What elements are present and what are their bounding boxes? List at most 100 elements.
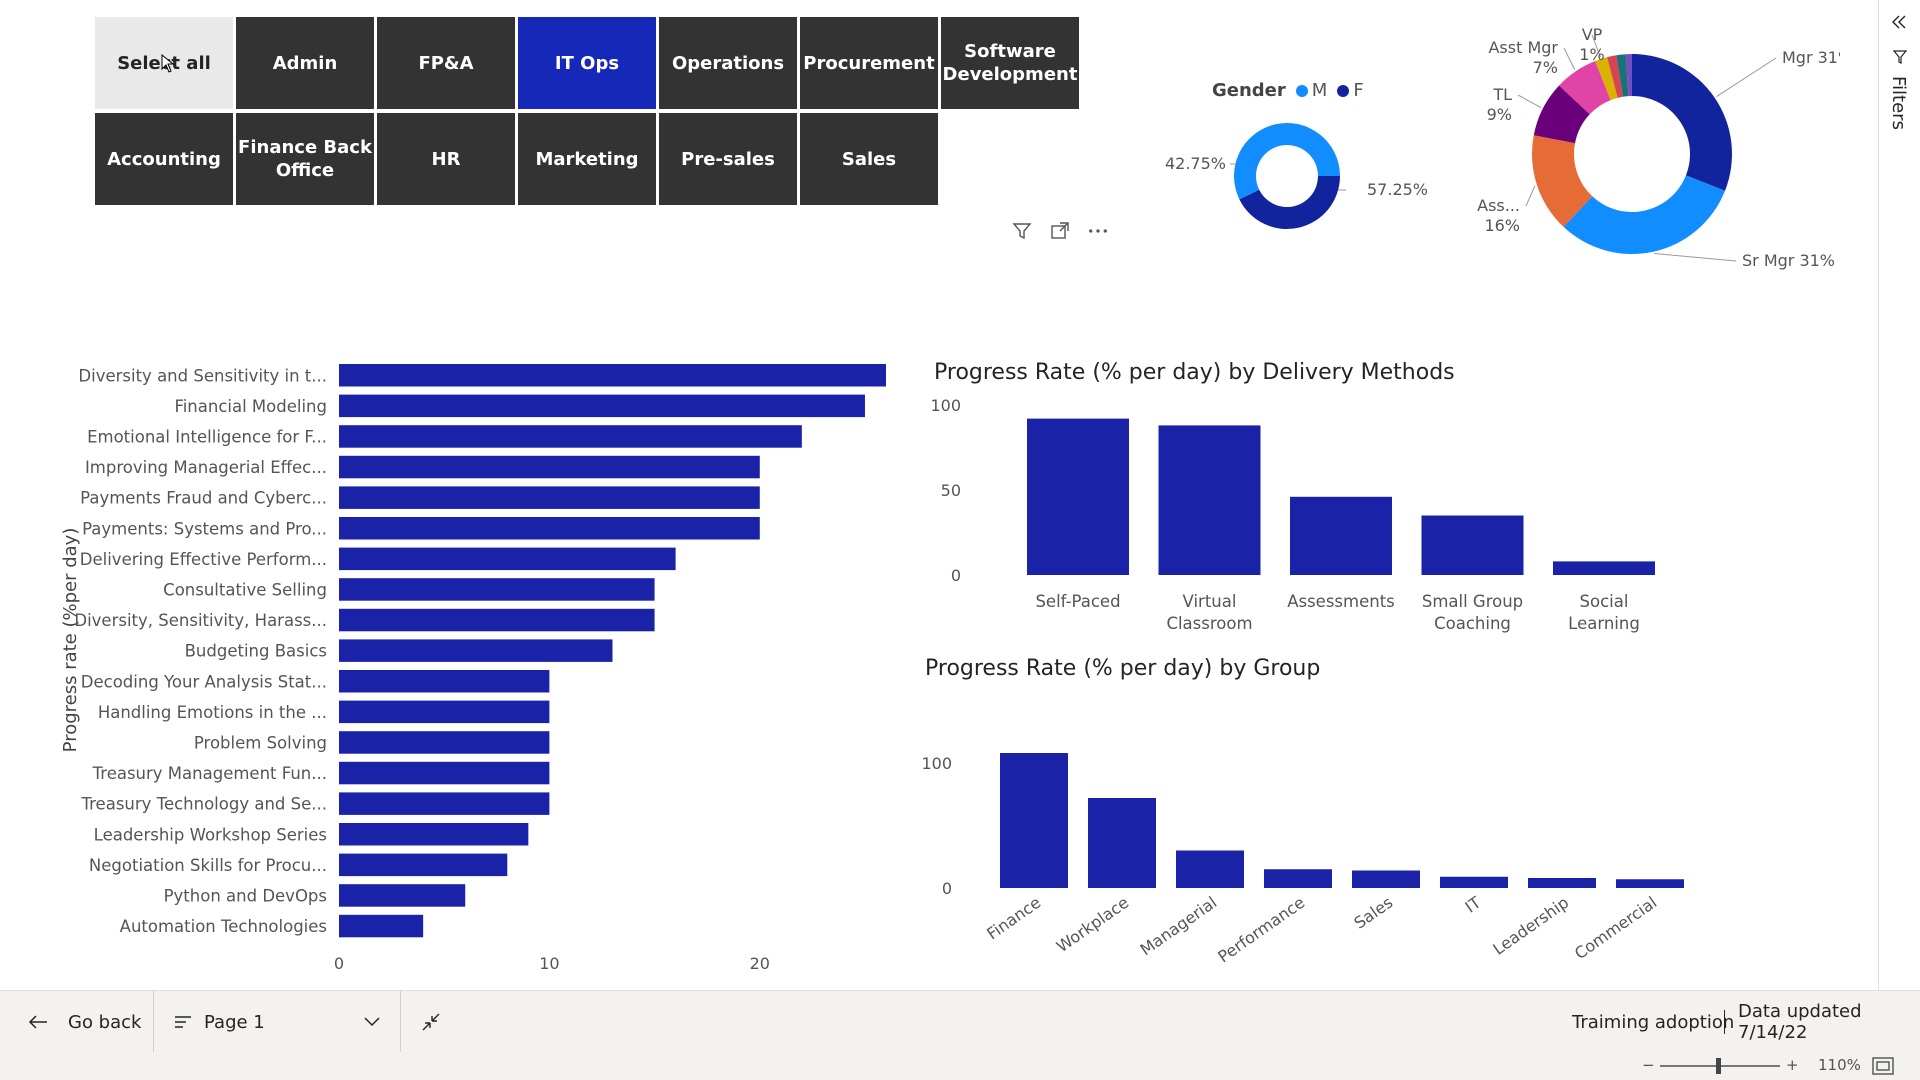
- filters-label[interactable]: Filters: [1888, 76, 1909, 130]
- bar-performance[interactable]: [1264, 869, 1332, 888]
- slicer-tile-it-ops[interactable]: IT Ops: [518, 17, 656, 109]
- slicer-tile-sales[interactable]: Sales: [800, 113, 938, 205]
- slicer-tile-accounting[interactable]: Accounting: [95, 113, 233, 205]
- bar-handling-emotions-in-the[interactable]: [339, 700, 550, 724]
- category-label-virtual-classroom: Virtual Classroom: [1166, 592, 1252, 633]
- category-label-leadership-workshop-series: Leadership Workshop Series: [94, 825, 327, 844]
- level-label-asst-mgr-7: Asst Mgr 7%: [1488, 38, 1558, 77]
- course-chart-ylabel: Progress rate (%per day): [60, 528, 81, 753]
- legend-marker-m: [1295, 84, 1308, 97]
- level-slice-mgr-31[interactable]: [1632, 54, 1732, 191]
- bar-self-paced[interactable]: [1027, 418, 1129, 575]
- gender-title: Gender: [1212, 80, 1286, 101]
- mouse-cursor-icon: [161, 54, 175, 73]
- category-label-assessments: Assessments: [1287, 592, 1395, 611]
- bar-finance[interactable]: [1000, 753, 1068, 888]
- category-label-commercial: Commercial: [1571, 893, 1660, 963]
- category-label-emotional-intelligence-for-f: Emotional Intelligence for F...: [87, 427, 327, 446]
- page-selector[interactable]: Page 1: [174, 991, 380, 1053]
- exit-focus-button[interactable]: [420, 991, 442, 1053]
- bar-consultative-selling[interactable]: [339, 578, 655, 601]
- bar-virtual-classroom[interactable]: [1158, 425, 1261, 575]
- bar-automation-technologies[interactable]: [339, 914, 424, 938]
- bar-small-group-coaching[interactable]: [1421, 515, 1524, 576]
- filter-pane-icon: [1893, 50, 1907, 64]
- leader-line: [1563, 47, 1576, 70]
- filters-pane[interactable]: [1878, 0, 1920, 990]
- report-name: Traiming adoption: [1572, 1011, 1735, 1033]
- bar-sales[interactable]: [1352, 870, 1420, 889]
- slicer-tile-software-development[interactable]: Software Development: [941, 17, 1079, 109]
- slicer-tile-hr[interactable]: HR: [377, 113, 515, 205]
- category-label-automation-technologies: Automation Technologies: [120, 917, 327, 936]
- go-back-button[interactable]: Go back: [28, 991, 141, 1053]
- gender-donut-chart: 42.75% 57.25%: [1165, 122, 1428, 229]
- bar-leadership[interactable]: [1528, 878, 1596, 888]
- more-options-icon[interactable]: [1088, 221, 1108, 241]
- group-chart: 100 0 Finance Workplace ManagerialPerformanc…: [921, 753, 1684, 966]
- bar-treasury-technology-and-se[interactable]: [339, 792, 550, 815]
- y-tick-100: 100: [921, 754, 952, 773]
- bar-emotional-intelligence-for-f[interactable]: [339, 425, 802, 448]
- focus-mode-icon[interactable]: [1050, 221, 1070, 241]
- slicer-tile-admin[interactable]: Admin: [236, 17, 374, 109]
- category-label-financial-modeling: Financial Modeling: [174, 397, 327, 416]
- level-label-ass-16: Ass... 16%: [1477, 196, 1520, 235]
- y-tick-100: 100: [930, 396, 961, 415]
- bar-it[interactable]: [1440, 876, 1508, 888]
- slicer-tile-fpa[interactable]: FP&A: [377, 17, 515, 109]
- level-slice-sr-mgr-31[interactable]: [1563, 175, 1725, 255]
- visual-header-toolbar: [1012, 221, 1108, 241]
- slicer-tile-pre-sales[interactable]: Pre-sales: [659, 113, 797, 205]
- bar-social-learning[interactable]: [1553, 561, 1655, 575]
- slicer-tile-operations[interactable]: Operations: [659, 17, 797, 109]
- slicer-tile-procurement[interactable]: Procurement: [800, 17, 938, 109]
- divider: [400, 991, 401, 1053]
- bar-improving-managerial-effec[interactable]: [339, 455, 760, 479]
- bar-payments-systems-and-pro[interactable]: [339, 517, 760, 540]
- zoom-in-button[interactable]: +: [1786, 1056, 1799, 1074]
- bar-workplace[interactable]: [1088, 798, 1156, 888]
- bar-python-and-devops[interactable]: [339, 884, 466, 907]
- bar-payments-fraud-and-cyberc[interactable]: [339, 486, 760, 509]
- delivery-chart-title: Progress Rate (% per day) by Delivery Me…: [934, 360, 1455, 385]
- level-label-tl-9: TL 9%: [1487, 85, 1512, 124]
- bar-managerial[interactable]: [1176, 850, 1244, 889]
- bar-decoding-your-analysis-stat[interactable]: [339, 670, 550, 693]
- department-slicer: Select all Admin FP&A IT Ops Operations …: [95, 17, 1079, 207]
- bar-treasury-management-fun[interactable]: [339, 761, 550, 785]
- divider: [1724, 1010, 1725, 1034]
- bar-negotiation-skills-for-procu[interactable]: [339, 853, 508, 877]
- bar-assessments[interactable]: [1290, 496, 1392, 575]
- category-label-diversity-sensitivity-harass: Diversity, Sensitivity, Harass...: [74, 611, 327, 630]
- expand-filters-icon[interactable]: [1891, 14, 1907, 30]
- report-canvas: Select all Admin FP&A IT Ops Operations …: [0, 0, 1920, 1080]
- bar-diversity-and-sensitivity-in-t[interactable]: [339, 364, 886, 387]
- category-label-it: IT: [1462, 893, 1485, 917]
- bar-leadership-workshop-series[interactable]: [339, 823, 529, 846]
- bar-budgeting-basics[interactable]: [339, 639, 613, 662]
- gender-label-f: 42.75%: [1165, 154, 1226, 173]
- category-label-treasury-technology-and-se: Treasury Technology and Se...: [80, 795, 327, 814]
- slicer-tile-marketing[interactable]: Marketing: [518, 113, 656, 205]
- leader-line: [1525, 185, 1536, 207]
- legend-item-f[interactable]: F: [1337, 80, 1364, 101]
- collapse-icon: [422, 1013, 440, 1031]
- bottom-nav-bar: Go back Page 1 Traiming adoption Data up…: [0, 990, 1920, 1053]
- zoom-slider-thumb[interactable]: [1716, 1058, 1721, 1074]
- category-label-decoding-your-analysis-stat: Decoding Your Analysis Stat...: [81, 672, 327, 691]
- y-tick-0: 0: [942, 879, 952, 898]
- bar-financial-modeling[interactable]: [339, 394, 865, 418]
- bar-diversity-sensitivity-harass[interactable]: [339, 608, 655, 632]
- bar-problem-solving[interactable]: [339, 731, 550, 754]
- legend-item-m[interactable]: M: [1295, 80, 1327, 101]
- zoom-out-button[interactable]: −: [1642, 1056, 1655, 1074]
- category-label-consultative-selling: Consultative Selling: [163, 580, 327, 599]
- filter-icon[interactable]: [1012, 221, 1032, 241]
- level-label-sr-mgr-31: Sr Mgr 31%: [1742, 251, 1835, 270]
- bar-delivering-effective-perform[interactable]: [339, 547, 676, 571]
- fit-to-page-icon[interactable]: [1872, 1057, 1894, 1075]
- bar-commercial[interactable]: [1616, 879, 1684, 888]
- slicer-tile-finance-back-office[interactable]: Finance Back Office: [236, 113, 374, 205]
- x-tick-20: 20: [750, 954, 770, 973]
